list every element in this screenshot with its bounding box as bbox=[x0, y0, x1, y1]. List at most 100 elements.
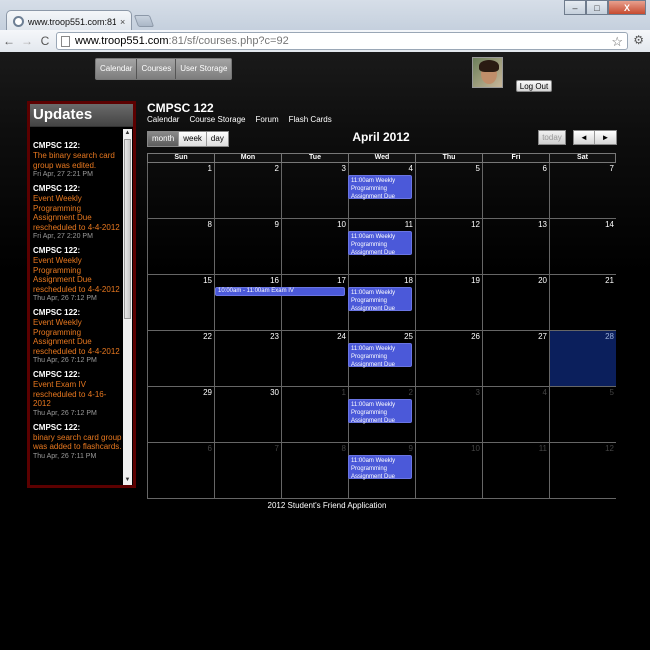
update-text[interactable]: The binary search card group was edited. bbox=[33, 151, 123, 170]
maximize-button[interactable]: □ bbox=[586, 0, 608, 15]
url-host: www.troop551.com bbox=[75, 35, 169, 47]
tab-close-button[interactable]: × bbox=[120, 17, 125, 27]
calendar-day-cell[interactable]: 4 bbox=[482, 387, 549, 443]
avatar[interactable] bbox=[472, 57, 503, 88]
calendar-event[interactable]: 11:00am Weekly Programming Assignment Du… bbox=[348, 399, 412, 424]
calendar-event[interactable]: 11:00am Weekly Programming Assignment Du… bbox=[348, 231, 412, 256]
page-icon bbox=[61, 35, 70, 47]
update-text[interactable]: Event Weekly Programming Assignment Due … bbox=[33, 256, 123, 294]
calendar-day-cell[interactable]: 24 bbox=[281, 331, 348, 387]
day-number: 25 bbox=[404, 332, 413, 341]
update-text[interactable]: Event Exam IV rescheduled to 4-16-2012 bbox=[33, 380, 123, 409]
calendar-day-cell[interactable]: 14 bbox=[549, 219, 616, 275]
calendar-day-cell[interactable]: 6 bbox=[147, 443, 214, 499]
calendar-event[interactable]: 11:00am Weekly Programming Assignment Du… bbox=[348, 175, 412, 200]
calendar-day-cell[interactable]: 1 bbox=[281, 387, 348, 443]
calendar-day-cell[interactable]: 30 bbox=[214, 387, 281, 443]
day-number: 5 bbox=[609, 388, 614, 397]
month-calendar: Sun Mon Tue Wed Thu Fri Sat 1 2 3 4 5 6 7 11:00am Wee… bbox=[147, 153, 616, 499]
calendar-day-cell[interactable]: 23 bbox=[214, 331, 281, 387]
course-nav-calendar[interactable]: Calendar bbox=[147, 115, 179, 124]
bookmark-star-icon[interactable]: ☆ bbox=[611, 34, 623, 50]
calendar-day-cell[interactable]: 9 bbox=[214, 219, 281, 275]
calendar-day-cell[interactable]: 8 bbox=[147, 219, 214, 275]
forward-button[interactable]: → bbox=[18, 34, 36, 48]
calendar-day-cell[interactable]: 13 bbox=[482, 219, 549, 275]
calendar-event[interactable]: 11:00am Weekly Programming Assignment Du… bbox=[348, 455, 412, 480]
browser-tab[interactable]: www.troop551.com:81/sf/c × bbox=[6, 10, 132, 32]
calendar-day-cell[interactable]: 10 bbox=[415, 443, 482, 499]
calendar-day-cell[interactable]: 10 bbox=[281, 219, 348, 275]
calendar-day-cell[interactable]: 12 bbox=[549, 443, 616, 499]
day-number: 11 bbox=[404, 220, 413, 229]
calendar-day-cell[interactable]: 26 bbox=[415, 331, 482, 387]
day-number: 28 bbox=[605, 332, 614, 341]
scroll-thumb[interactable] bbox=[124, 139, 131, 319]
calendar-event-exam[interactable]: 10:00am - 11:00am Exam IV bbox=[215, 287, 345, 296]
today-button[interactable]: today bbox=[538, 130, 566, 145]
calendar-day-cell[interactable]: 15 bbox=[147, 275, 214, 331]
update-text[interactable]: Event Weekly Programming Assignment Due … bbox=[33, 194, 123, 232]
update-text[interactable]: binary search card group was added to fl… bbox=[33, 433, 123, 452]
update-date: Fri Apr, 27 2:20 PM bbox=[33, 233, 93, 240]
calendar-day-cell[interactable]: 29 bbox=[147, 387, 214, 443]
calendar-day-cell[interactable]: 5 bbox=[549, 387, 616, 443]
day-number: 13 bbox=[538, 220, 547, 229]
weekday-label: Sun bbox=[147, 153, 214, 163]
scroll-up-arrow-icon[interactable]: ▲ bbox=[123, 129, 132, 138]
calendar-day-cell[interactable]: 21 bbox=[549, 275, 616, 331]
nav-user-storage[interactable]: User Storage bbox=[176, 59, 231, 79]
calendar-day-cell[interactable]: 19 bbox=[415, 275, 482, 331]
course-nav-flash-cards[interactable]: Flash Cards bbox=[289, 115, 332, 124]
calendar-day-cell[interactable]: 20 bbox=[482, 275, 549, 331]
tab-title: www.troop551.com:81/sf/c bbox=[28, 16, 116, 27]
prev-month-button[interactable]: ◄ bbox=[574, 131, 595, 144]
course-nav-storage[interactable]: Course Storage bbox=[189, 115, 245, 124]
calendar-day-cell[interactable]: 28 bbox=[549, 331, 616, 387]
day-number: 22 bbox=[203, 332, 212, 341]
calendar-day-cell[interactable]: 2 bbox=[214, 163, 281, 219]
nav-calendar[interactable]: Calendar bbox=[96, 59, 138, 79]
new-tab-button[interactable] bbox=[133, 15, 155, 27]
logout-button[interactable]: Log Out bbox=[516, 80, 552, 92]
updates-scrollbar[interactable]: ▲ ▼ bbox=[123, 129, 132, 485]
calendar-day-cell[interactable]: 7 bbox=[549, 163, 616, 219]
calendar-day-cell[interactable]: 8 bbox=[281, 443, 348, 499]
calendar-day-cell[interactable]: 1 bbox=[147, 163, 214, 219]
weekday-label: Mon bbox=[214, 153, 281, 163]
nav-courses[interactable]: Courses bbox=[137, 59, 177, 79]
calendar-day-cell[interactable]: 6 bbox=[482, 163, 549, 219]
view-day-button[interactable]: day bbox=[206, 132, 228, 146]
day-number: 5 bbox=[475, 164, 480, 173]
course-nav-forum[interactable]: Forum bbox=[256, 115, 279, 124]
day-number: 2 bbox=[408, 388, 413, 397]
wrench-menu-icon[interactable]: ⚙ bbox=[633, 33, 644, 47]
scroll-down-arrow-icon[interactable]: ▼ bbox=[123, 476, 132, 485]
back-button[interactable]: ← bbox=[0, 34, 18, 48]
calendar-day-cell[interactable]: 22 bbox=[147, 331, 214, 387]
calendar-event[interactable]: 11:00am Weekly Programming Assignment Du… bbox=[348, 343, 412, 368]
calendar-event[interactable]: 11:00am Weekly Programming Assignment Du… bbox=[348, 287, 412, 312]
close-window-button[interactable]: X bbox=[608, 0, 646, 15]
calendar-day-cell[interactable]: 3 bbox=[281, 163, 348, 219]
calendar-day-cell[interactable]: 7 bbox=[214, 443, 281, 499]
address-bar[interactable]: www.troop551.com:81/sf/courses.php?c=92 … bbox=[56, 32, 628, 50]
day-number: 12 bbox=[605, 444, 614, 453]
update-item: CMPSC 122: Event Weekly Programming Assig… bbox=[33, 308, 123, 365]
calendar-day-cell[interactable]: 17 bbox=[281, 275, 348, 331]
calendar-day-cell[interactable]: 11 bbox=[482, 443, 549, 499]
reload-button[interactable]: C bbox=[36, 34, 54, 48]
view-month-button[interactable]: month bbox=[148, 132, 180, 146]
next-month-button[interactable]: ► bbox=[595, 131, 616, 144]
calendar-day-cell[interactable]: 16 bbox=[214, 275, 281, 331]
calendar-day-cell[interactable]: 5 bbox=[415, 163, 482, 219]
day-number: 18 bbox=[404, 276, 413, 285]
calendar-day-cell[interactable]: 12 bbox=[415, 219, 482, 275]
calendar-day-cell[interactable]: 3 bbox=[415, 387, 482, 443]
minimize-button[interactable]: – bbox=[564, 0, 586, 15]
calendar-day-cell[interactable]: 27 bbox=[482, 331, 549, 387]
view-week-button[interactable]: week bbox=[179, 132, 207, 146]
update-text[interactable]: Event Weekly Programming Assignment Due … bbox=[33, 318, 123, 356]
weekday-label: Thu bbox=[415, 153, 482, 163]
weekday-label: Wed bbox=[348, 153, 415, 163]
